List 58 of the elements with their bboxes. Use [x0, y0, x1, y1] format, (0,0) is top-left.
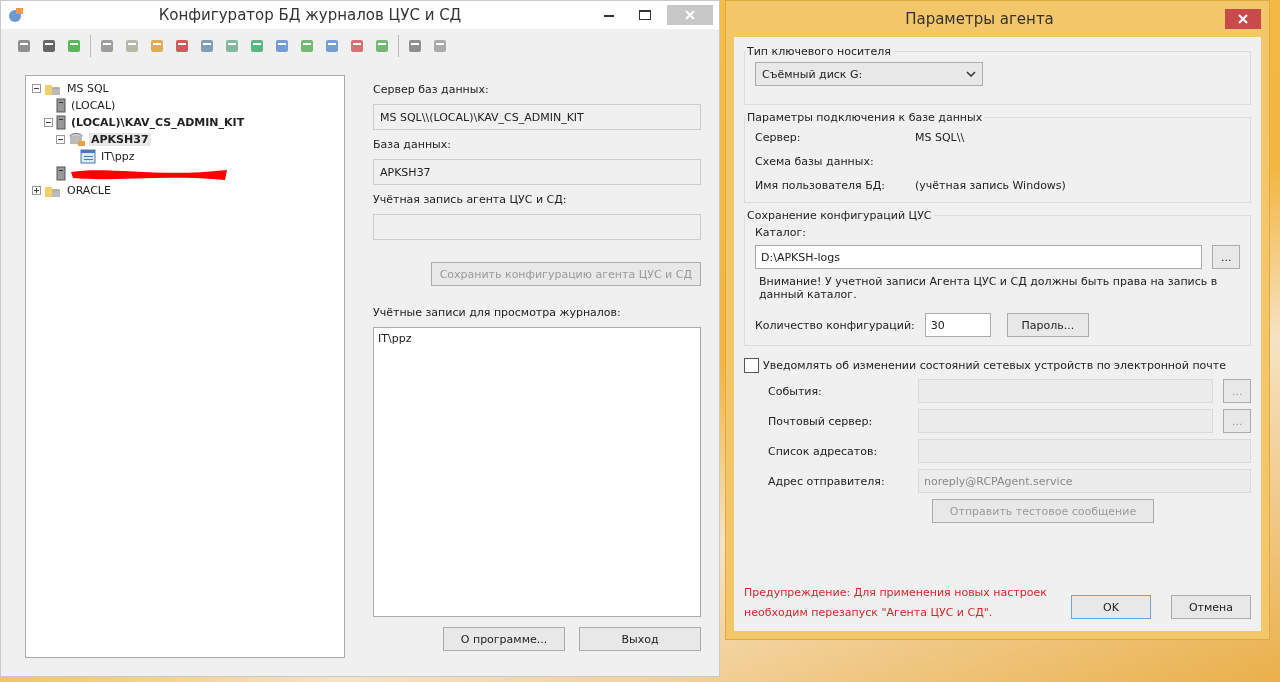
- field-label: События:: [768, 384, 823, 398]
- media-select[interactable]: Съёмный диск G:: [755, 62, 983, 86]
- expand-icon[interactable]: [32, 186, 41, 195]
- group-title: Сохранение конфигураций ЦУС: [746, 209, 933, 222]
- app-icon: [7, 6, 25, 24]
- field-label: Список адресатов:: [768, 444, 879, 458]
- server-icon: [56, 98, 66, 113]
- field-label: Имя пользователя БД:: [755, 178, 887, 192]
- field-value: MS SQL\\: [915, 130, 966, 144]
- collapse-icon[interactable]: [44, 118, 53, 127]
- readonly-field[interactable]: APKSH37: [373, 159, 701, 185]
- dialog-title: Параметры агента: [904, 10, 1055, 28]
- readonly-field[interactable]: [373, 214, 701, 240]
- collapse-icon[interactable]: [56, 135, 65, 144]
- field-label: Сервер:: [755, 130, 802, 144]
- exit-button[interactable]: Выход: [579, 627, 701, 651]
- tree-item[interactable]: ORACLE: [65, 184, 113, 197]
- field-label: Учётная запись агента ЦУС и СД:: [373, 193, 568, 206]
- field-label: База данных:: [373, 138, 452, 151]
- chevron-down-icon: [966, 71, 976, 77]
- field-label: Каталог:: [755, 226, 807, 239]
- close-icon: [685, 10, 695, 20]
- window-title: Конфигуратор БД журналов ЦУС и СД: [157, 6, 463, 24]
- catalog-field[interactable]: D:\APKSH-logs: [755, 245, 1202, 269]
- database-icon: [68, 132, 86, 147]
- about-button[interactable]: О программе...: [443, 627, 565, 651]
- count-field[interactable]: 30: [924, 313, 991, 337]
- server-icon: [56, 166, 66, 181]
- close-icon: [1238, 14, 1248, 24]
- readonly-field[interactable]: MS SQL\\(LOCAL)\KAV_CS_ADMIN_KIT: [373, 104, 701, 130]
- server-icon: [56, 115, 66, 130]
- list-item[interactable]: IT\ppz: [378, 332, 696, 345]
- tree-item[interactable]: (LOCAL)\KAV_CS_ADMIN_KIT: [69, 116, 247, 129]
- field-label: Адрес отправителя:: [768, 474, 886, 488]
- checkbox-label[interactable]: Уведомлять об изменении состояний сетевых устройств по электронной почте: [763, 359, 1226, 372]
- cancel-button[interactable]: Отмена: [1171, 595, 1251, 619]
- field-value: (учётная запись Windows): [915, 178, 1067, 192]
- close-button[interactable]: [1225, 9, 1261, 29]
- field-label: Почтовый сервер:: [768, 414, 874, 428]
- list-window-icon: [80, 149, 96, 164]
- collapse-icon[interactable]: [32, 84, 41, 93]
- group-title: Параметры подключения к базе данных: [746, 111, 984, 124]
- field-label: Сервер баз данных:: [373, 83, 490, 96]
- group-title: Тип ключевого носителя: [746, 45, 892, 58]
- maximize-icon: [639, 10, 651, 20]
- tree-item[interactable]: IT\ppz: [99, 150, 137, 163]
- warning-note: Внимание! У учетной записи Агента ЦУС и СД должны быть права на запись в данный каталог.: [758, 275, 1219, 301]
- password-button[interactable]: Пароль...: [1006, 313, 1089, 337]
- tree-item[interactable]: (LOCAL): [69, 99, 118, 112]
- restart-warning: Предупреждение: Для применения новых настроек необходим перезапуск "Агента ЦУС и СД".: [744, 585, 1048, 621]
- field-label: Учётные записи для просмотра журналов:: [373, 306, 622, 319]
- field-label: Схема базы данных:: [755, 154, 875, 168]
- tree-item[interactable]: APKSH37: [89, 133, 151, 146]
- browse-button[interactable]: ...: [1212, 245, 1240, 269]
- ok-button[interactable]: OK: [1071, 595, 1151, 619]
- tree-item[interactable]: MS SQL: [65, 82, 111, 95]
- field-label: Количество конфигураций:: [755, 318, 915, 332]
- checkbox[interactable]: [744, 358, 759, 373]
